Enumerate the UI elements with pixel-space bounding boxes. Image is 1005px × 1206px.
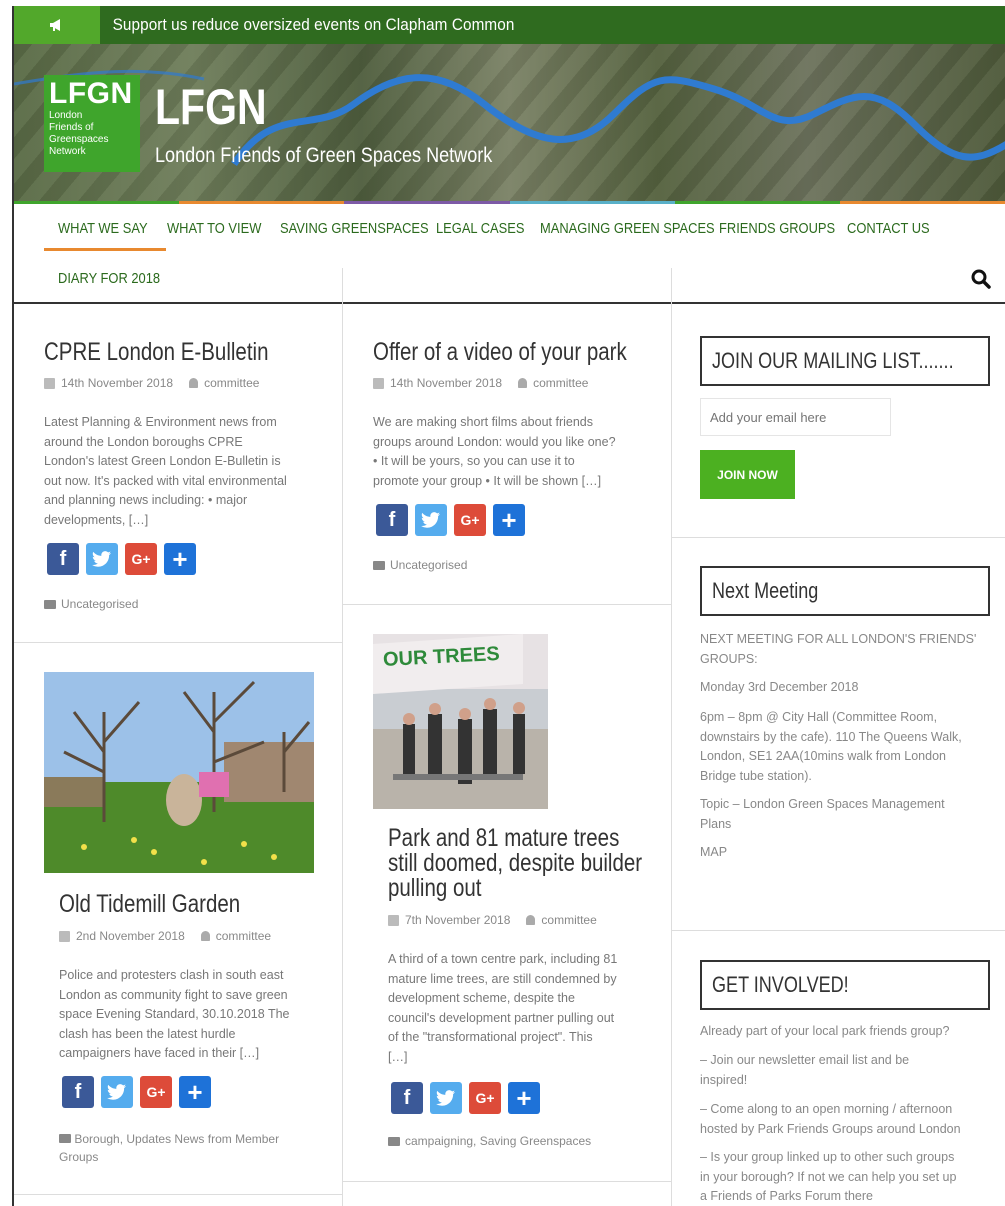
post-meta: 14th November 2018 committee: [373, 376, 588, 390]
user-icon: [200, 931, 210, 941]
google-plus-share-button[interactable]: G+: [125, 543, 157, 575]
facebook-share-button[interactable]: f: [391, 1082, 423, 1114]
nav-item-what-to-view[interactable]: WHAT TO VIEW: [167, 220, 261, 237]
email-field[interactable]: [700, 398, 891, 436]
involved-text: – Is your group linked up to other such …: [700, 1150, 957, 1203]
post-categories[interactable]: Uncategorised: [373, 558, 467, 572]
more-share-button[interactable]: +: [179, 1076, 211, 1108]
nav-item-managing-green-spaces[interactable]: MANAGING GREEN SPACES: [540, 220, 715, 237]
folder-icon: [59, 1134, 71, 1143]
announcement-bar[interactable]: Support us reduce oversized events on Cl…: [14, 6, 1005, 44]
nav-item-saving-greenspaces[interactable]: SAVING GREENSPACES: [280, 220, 429, 237]
share-buttons: f G+ +: [47, 543, 196, 575]
calendar-icon: [44, 377, 55, 389]
more-share-button[interactable]: +: [493, 504, 525, 536]
share-buttons: f G+ +: [391, 1082, 540, 1114]
megaphone-icon: [14, 6, 100, 44]
post-meta: 14th November 2018 committee: [44, 376, 259, 390]
get-involved-title: GET INVOLVED!: [700, 960, 990, 1010]
post-excerpt: We are making short films about friends g…: [373, 415, 616, 488]
twitter-share-button[interactable]: [101, 1076, 133, 1108]
site-description: London Friends of Green Spaces Network: [155, 144, 493, 167]
user-icon: [189, 378, 199, 388]
post-meta: 2nd November 2018 committee: [59, 929, 271, 943]
post-excerpt: A third of a town centre park, including…: [388, 952, 618, 1064]
map-link[interactable]: MAP: [700, 843, 1000, 863]
site-header: LFGN London Friends of Greenspaces Netwo…: [14, 44, 1005, 204]
folder-icon: [373, 560, 385, 570]
post-categories[interactable]: campaigning, Saving Greenspaces: [388, 1134, 591, 1148]
site-title[interactable]: LFGN: [155, 78, 267, 136]
twitter-share-button[interactable]: [86, 543, 118, 575]
facebook-share-button[interactable]: f: [376, 504, 408, 536]
twitter-share-button[interactable]: [415, 504, 447, 536]
post-excerpt: Latest Planning & Environment news from a…: [44, 415, 287, 527]
post-thumbnail[interactable]: [44, 672, 314, 873]
folder-icon: [388, 1136, 400, 1146]
post-categories[interactable]: Uncategorised: [44, 597, 138, 611]
twitter-share-button[interactable]: [430, 1082, 462, 1114]
facebook-share-button[interactable]: f: [62, 1076, 94, 1108]
calendar-icon: [59, 930, 70, 942]
calendar-icon: [388, 914, 399, 926]
join-now-button[interactable]: JOIN NOW: [700, 450, 795, 499]
post-excerpt: Police and protesters clash in south eas…: [59, 968, 290, 1060]
post-title[interactable]: Park and 81 mature trees still doomed, de…: [388, 826, 642, 901]
share-buttons: f G+ +: [62, 1076, 211, 1108]
more-share-button[interactable]: +: [164, 543, 196, 575]
calendar-icon: [373, 377, 384, 389]
involved-text: – Come along to an open morning / aftern…: [700, 1102, 961, 1136]
involved-text: Already part of your local park friends …: [700, 1024, 950, 1038]
main-nav: WHAT WE SAY WHAT TO VIEW SAVING GREENSPA…: [14, 204, 1005, 304]
nav-item-friends-groups[interactable]: FRIENDS GROUPS: [719, 220, 835, 237]
post-thumbnail[interactable]: OUR TREES: [373, 634, 548, 809]
site-logo[interactable]: LFGN London Friends of Greenspaces Netwo…: [44, 75, 140, 172]
share-buttons: f G+ +: [376, 504, 525, 536]
post-title[interactable]: Offer of a video of your park: [373, 339, 627, 365]
post-meta: 7th November 2018 committee: [388, 913, 597, 927]
google-plus-share-button[interactable]: G+: [140, 1076, 172, 1108]
google-plus-share-button[interactable]: G+: [454, 504, 486, 536]
nav-item-diary-2018[interactable]: DIARY FOR 2018: [58, 270, 160, 287]
meeting-date: Monday 3rd December 2018: [700, 680, 859, 694]
involved-text: – Join our newsletter email list and be i…: [700, 1053, 910, 1087]
meeting-location: 6pm – 8pm @ City Hall (Committee Room, do…: [700, 710, 962, 783]
meeting-topic: Topic – London Green Spaces Management Pl…: [700, 797, 945, 831]
user-icon: [518, 378, 528, 388]
nav-item-contact-us[interactable]: CONTACT US: [847, 220, 930, 237]
facebook-share-button[interactable]: f: [47, 543, 79, 575]
post-categories[interactable]: Borough, Updates News from Member Groups: [59, 1130, 279, 1166]
nav-item-legal-cases[interactable]: LEGAL CASES: [436, 220, 524, 237]
google-plus-share-button[interactable]: G+: [469, 1082, 501, 1114]
page: Support us reduce oversized events on Cl…: [12, 6, 1005, 1206]
nav-item-what-we-say[interactable]: WHAT WE SAY: [58, 220, 148, 237]
mailing-list-title: JOIN OUR MAILING LIST.......: [700, 336, 990, 386]
nav-active-indicator: [44, 248, 166, 251]
next-meeting-title: Next Meeting: [700, 566, 990, 616]
post-title[interactable]: CPRE London E-Bulletin: [44, 339, 269, 365]
post-title[interactable]: Old Tidemill Garden: [59, 891, 240, 917]
announcement-text[interactable]: Support us reduce oversized events on Cl…: [100, 15, 515, 35]
more-share-button[interactable]: +: [508, 1082, 540, 1114]
search-icon[interactable]: [971, 269, 991, 294]
user-icon: [526, 915, 536, 925]
meeting-heading: NEXT MEETING FOR ALL LONDON'S FRIENDS' GR…: [700, 632, 977, 666]
folder-icon: [44, 599, 56, 609]
